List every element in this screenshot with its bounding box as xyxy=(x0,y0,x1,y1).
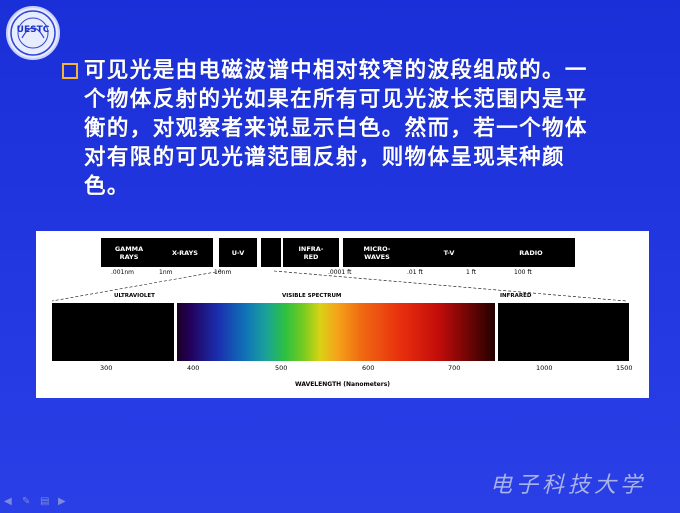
section-ultraviolet: ULTRAVIOLET xyxy=(114,293,155,299)
axis-tick: 400 xyxy=(187,364,200,372)
next-arrow-icon[interactable]: ▶ xyxy=(58,497,70,507)
zoom-lines xyxy=(51,270,627,302)
infrared-strip xyxy=(498,303,629,361)
section-visible: VISIBLE SPECTRUM xyxy=(282,293,342,299)
bullet-checkbox-icon xyxy=(62,63,78,79)
axis-tick: 300 xyxy=(100,364,113,372)
logo-text: UESTC xyxy=(16,25,50,35)
uv-strip xyxy=(52,303,174,361)
axis-tick: 1000 xyxy=(536,364,553,372)
university-name: 电子科技大学 xyxy=(489,473,646,498)
slide-nav[interactable]: ◀ ✎ ▤ ▶ xyxy=(4,497,70,507)
axis-label: WAVELENGTH (Nanometers) xyxy=(294,381,391,388)
slide-paragraph: 可见光是由电磁波谱中相对较窄的波段组成的。一个物体反射的光如果在所有可见光波长范… xyxy=(84,58,588,199)
menu-icon[interactable]: ▤ xyxy=(40,497,52,507)
axis-tick: 500 xyxy=(275,364,288,372)
university-logo: UESTC xyxy=(6,6,60,60)
section-infrared: INFRARED xyxy=(500,293,532,299)
axis-tick: 600 xyxy=(362,364,375,372)
pen-icon[interactable]: ✎ xyxy=(22,497,34,507)
axis-tick: 1500 xyxy=(616,364,633,372)
visible-spectrum-strip xyxy=(177,303,495,361)
prev-arrow-icon[interactable]: ◀ xyxy=(4,497,16,507)
em-spectrum-figure: GAMMA RAYS X-RAYS U-V INFRA- RED MICRO- WAV… xyxy=(36,231,649,398)
axis-tick: 700 xyxy=(448,364,461,372)
